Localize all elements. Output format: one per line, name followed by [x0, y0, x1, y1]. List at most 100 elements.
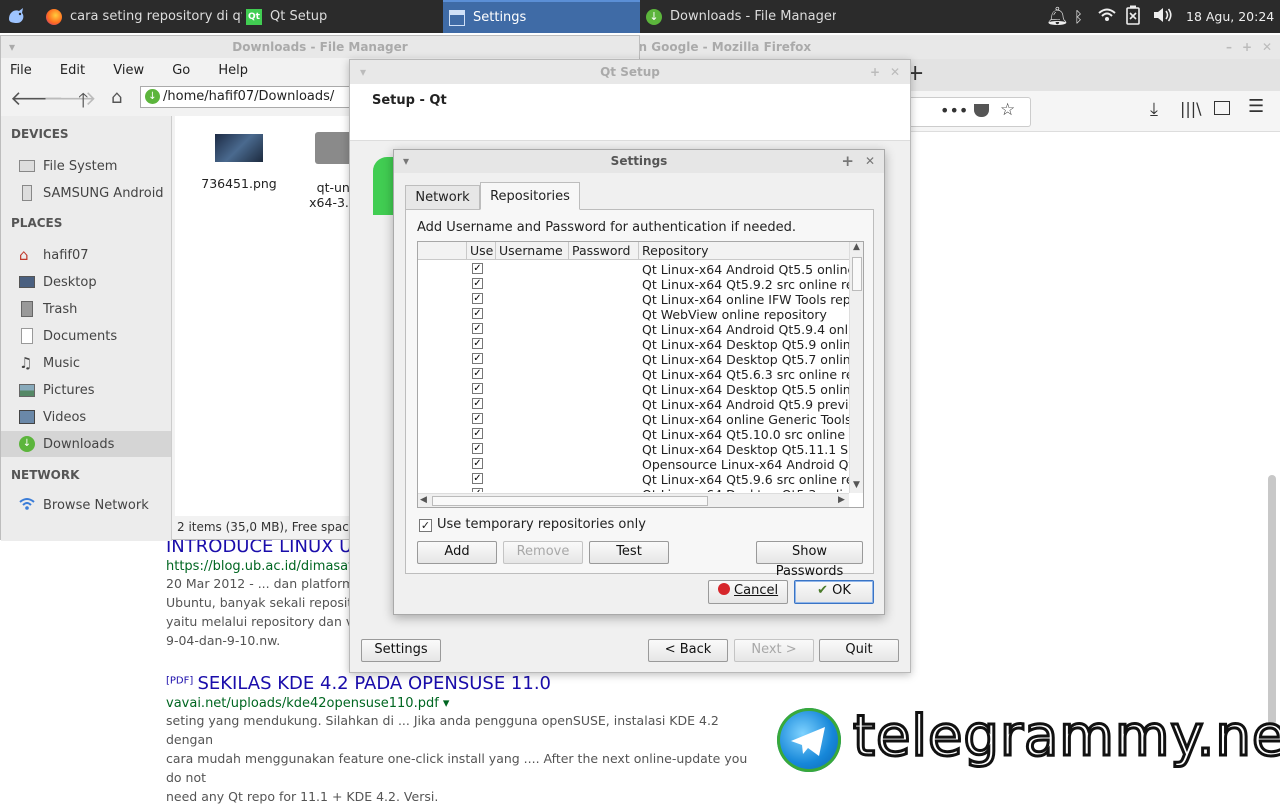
cancel-button[interactable]: Cancel	[708, 580, 788, 604]
use-checkbox[interactable]: ✓	[472, 263, 483, 274]
table-row[interactable]: ✓ Qt Linux-x64 Desktop Qt5.11.1 Src	[418, 442, 850, 457]
file-item[interactable]: 736451.png	[199, 134, 279, 191]
remove-button[interactable]: Remove	[503, 541, 583, 564]
menu-help[interactable]: Help	[218, 63, 248, 78]
volume-icon[interactable]	[1152, 6, 1182, 28]
table-row[interactable]: ✓ Qt Linux-x64 Qt5.9.2 src online rep	[418, 277, 850, 292]
use-checkbox[interactable]: ✓	[472, 308, 483, 319]
xfce-menu-icon[interactable]	[6, 5, 28, 27]
use-checkbox[interactable]: ✓	[472, 473, 483, 484]
hamburger-menu-icon[interactable]: ☰	[1248, 96, 1264, 117]
menu-go[interactable]: Go	[172, 63, 190, 78]
table-row[interactable]: ✓ Qt Linux-x64 Qt5.6.3 src online rep	[418, 367, 850, 382]
test-button[interactable]: Test	[589, 541, 669, 564]
quit-button[interactable]: Quit	[819, 639, 899, 662]
table-row[interactable]: ✓ Qt Linux-x64 Android Qt5.9.4 onlin	[418, 322, 850, 337]
scroll-left-arrow-icon[interactable]: ◀	[420, 495, 427, 505]
use-checkbox[interactable]: ✓	[472, 368, 483, 379]
table-row[interactable]: ✓ Qt Linux-x64 Qt5.10.0 src online re	[418, 427, 850, 442]
close-icon[interactable]: ✕	[890, 60, 900, 84]
bluetooth-icon[interactable]: ᛒ	[1074, 8, 1098, 26]
window-menu-icon[interactable]: ▾	[9, 36, 15, 58]
up-arrow-icon[interactable]: 🡑	[78, 86, 88, 120]
menu-edit[interactable]: Edit	[60, 63, 85, 78]
table-row[interactable]: ✓ Qt Linux-x64 Desktop Qt5.9 online	[418, 337, 850, 352]
table-row[interactable]: ✓ Qt Linux-x64 Desktop Qt5.3 online	[418, 487, 850, 492]
use-checkbox[interactable]: ✓	[472, 488, 483, 492]
use-checkbox[interactable]: ✓	[472, 353, 483, 364]
table-row[interactable]: ✓ Qt Linux-x64 online IFW Tools repo	[418, 292, 850, 307]
wifi-icon[interactable]	[1098, 8, 1126, 26]
url-bar[interactable]: ••• ☆	[900, 97, 1031, 127]
table-row[interactable]: ✓ Qt Linux-x64 Qt5.9.6 src online rep	[418, 472, 850, 487]
minimize-icon[interactable]: –	[1226, 35, 1232, 59]
temp-repos-label[interactable]: Use temporary repositories only	[437, 517, 646, 532]
next-button[interactable]: Next >	[734, 639, 814, 662]
table-row[interactable]: ✓ Qt Linux-x64 Desktop Qt5.5 online	[418, 382, 850, 397]
sidebar-item-file-system[interactable]: File System	[1, 153, 171, 179]
scroll-up-arrow-icon[interactable]: ▲	[853, 242, 860, 252]
sidebar-item-desktop[interactable]: Desktop	[1, 269, 171, 295]
use-checkbox[interactable]: ✓	[472, 323, 483, 334]
sidebar-item-downloads[interactable]: ↓ Downloads	[1, 431, 171, 457]
table-row[interactable]: ✓ Qt Linux-x64 Android Qt5.9 previe	[418, 397, 850, 412]
use-checkbox[interactable]: ✓	[472, 398, 483, 409]
task-firefox[interactable]: cara seting repository di qt - ...	[44, 0, 242, 33]
table-row[interactable]: ✓ Opensource Linux-x64 Android Qt5	[418, 457, 850, 472]
forward-arrow-icon[interactable]: 🡒	[43, 86, 97, 110]
table-row[interactable]: ✓ Qt Linux-x64 Desktop Qt5.7 online	[418, 352, 850, 367]
tab-network[interactable]: Network	[405, 185, 480, 209]
pocket-icon[interactable]	[974, 104, 989, 117]
show-passwords-button[interactable]: Show Passwords	[756, 541, 863, 579]
maximize-icon[interactable]: +	[841, 150, 854, 173]
close-icon[interactable]: ✕	[1262, 35, 1272, 59]
table-row[interactable]: ✓ Qt Linux-x64 Android Qt5.5 online	[418, 262, 850, 277]
window-menu-icon[interactable]: ▾	[403, 150, 409, 173]
horizontal-scrollbar[interactable]: ◀ ▶	[418, 493, 849, 507]
scroll-right-arrow-icon[interactable]: ▶	[838, 495, 845, 505]
table-row[interactable]: ✓ Qt WebView online repository	[418, 307, 850, 322]
scrollbar-thumb[interactable]	[432, 496, 708, 506]
sidebar-item-videos[interactable]: Videos	[1, 404, 171, 430]
use-checkbox[interactable]: ✓	[472, 278, 483, 289]
column-username[interactable]: Username	[496, 242, 569, 259]
use-checkbox[interactable]: ✓	[472, 338, 483, 349]
column-repository[interactable]: Repository	[639, 242, 859, 259]
use-checkbox[interactable]: ✓	[472, 428, 483, 439]
ok-button[interactable]: ✔ OK	[794, 580, 874, 604]
sidebar-icon[interactable]	[1214, 101, 1230, 115]
back-button[interactable]: < Back	[648, 639, 728, 662]
sidebar-item-documents[interactable]: Documents	[1, 323, 171, 349]
sidebar-item-music[interactable]: ♫ Music	[1, 350, 171, 376]
task-file-manager[interactable]: ↓ Downloads - File Manager	[646, 0, 836, 33]
window-menu-icon[interactable]: ▾	[360, 60, 366, 84]
battery-icon[interactable]	[1126, 5, 1152, 29]
column-password[interactable]: Password	[569, 242, 639, 259]
scrollbar-thumb[interactable]	[852, 257, 862, 291]
result-url[interactable]: vavai.net/uploads/kde42opensuse110.pdf ▾	[166, 696, 766, 711]
column-use[interactable]: Use	[467, 242, 496, 259]
vertical-scrollbar[interactable]: ▲ ▼	[849, 242, 863, 493]
task-settings[interactable]: Settings	[443, 0, 640, 33]
add-button[interactable]: Add	[417, 541, 497, 564]
menu-view[interactable]: View	[113, 63, 144, 78]
task-qt-setup[interactable]: Qt Qt Setup	[246, 0, 436, 33]
tab-repositories[interactable]: Repositories	[480, 182, 580, 210]
library-icon[interactable]: |||\	[1180, 99, 1202, 118]
use-checkbox[interactable]: ✓	[472, 383, 483, 394]
table-row[interactable]: ✓ Qt Linux-x64 online Generic Tools	[418, 412, 850, 427]
temp-repos-checkbox[interactable]: ✓	[419, 519, 432, 532]
sidebar-item-samsung-android[interactable]: SAMSUNG Android	[1, 180, 171, 206]
use-checkbox[interactable]: ✓	[472, 443, 483, 454]
settings-button[interactable]: Settings	[361, 639, 441, 662]
sidebar-item-browse-network[interactable]: Browse Network	[1, 492, 171, 518]
use-checkbox[interactable]: ✓	[472, 293, 483, 304]
clock[interactable]: 18 Agu, 20:24	[1186, 9, 1274, 24]
menu-file[interactable]: File	[10, 63, 32, 78]
sidebar-item-pictures[interactable]: Pictures	[1, 377, 171, 403]
sidebar-item-hafif07[interactable]: ⌂ hafif07	[1, 242, 171, 268]
close-icon[interactable]: ✕	[865, 150, 875, 173]
use-checkbox[interactable]: ✓	[472, 458, 483, 469]
scroll-down-arrow-icon[interactable]: ▼	[853, 480, 860, 490]
bookmark-star-icon[interactable]: ☆	[1000, 100, 1015, 120]
